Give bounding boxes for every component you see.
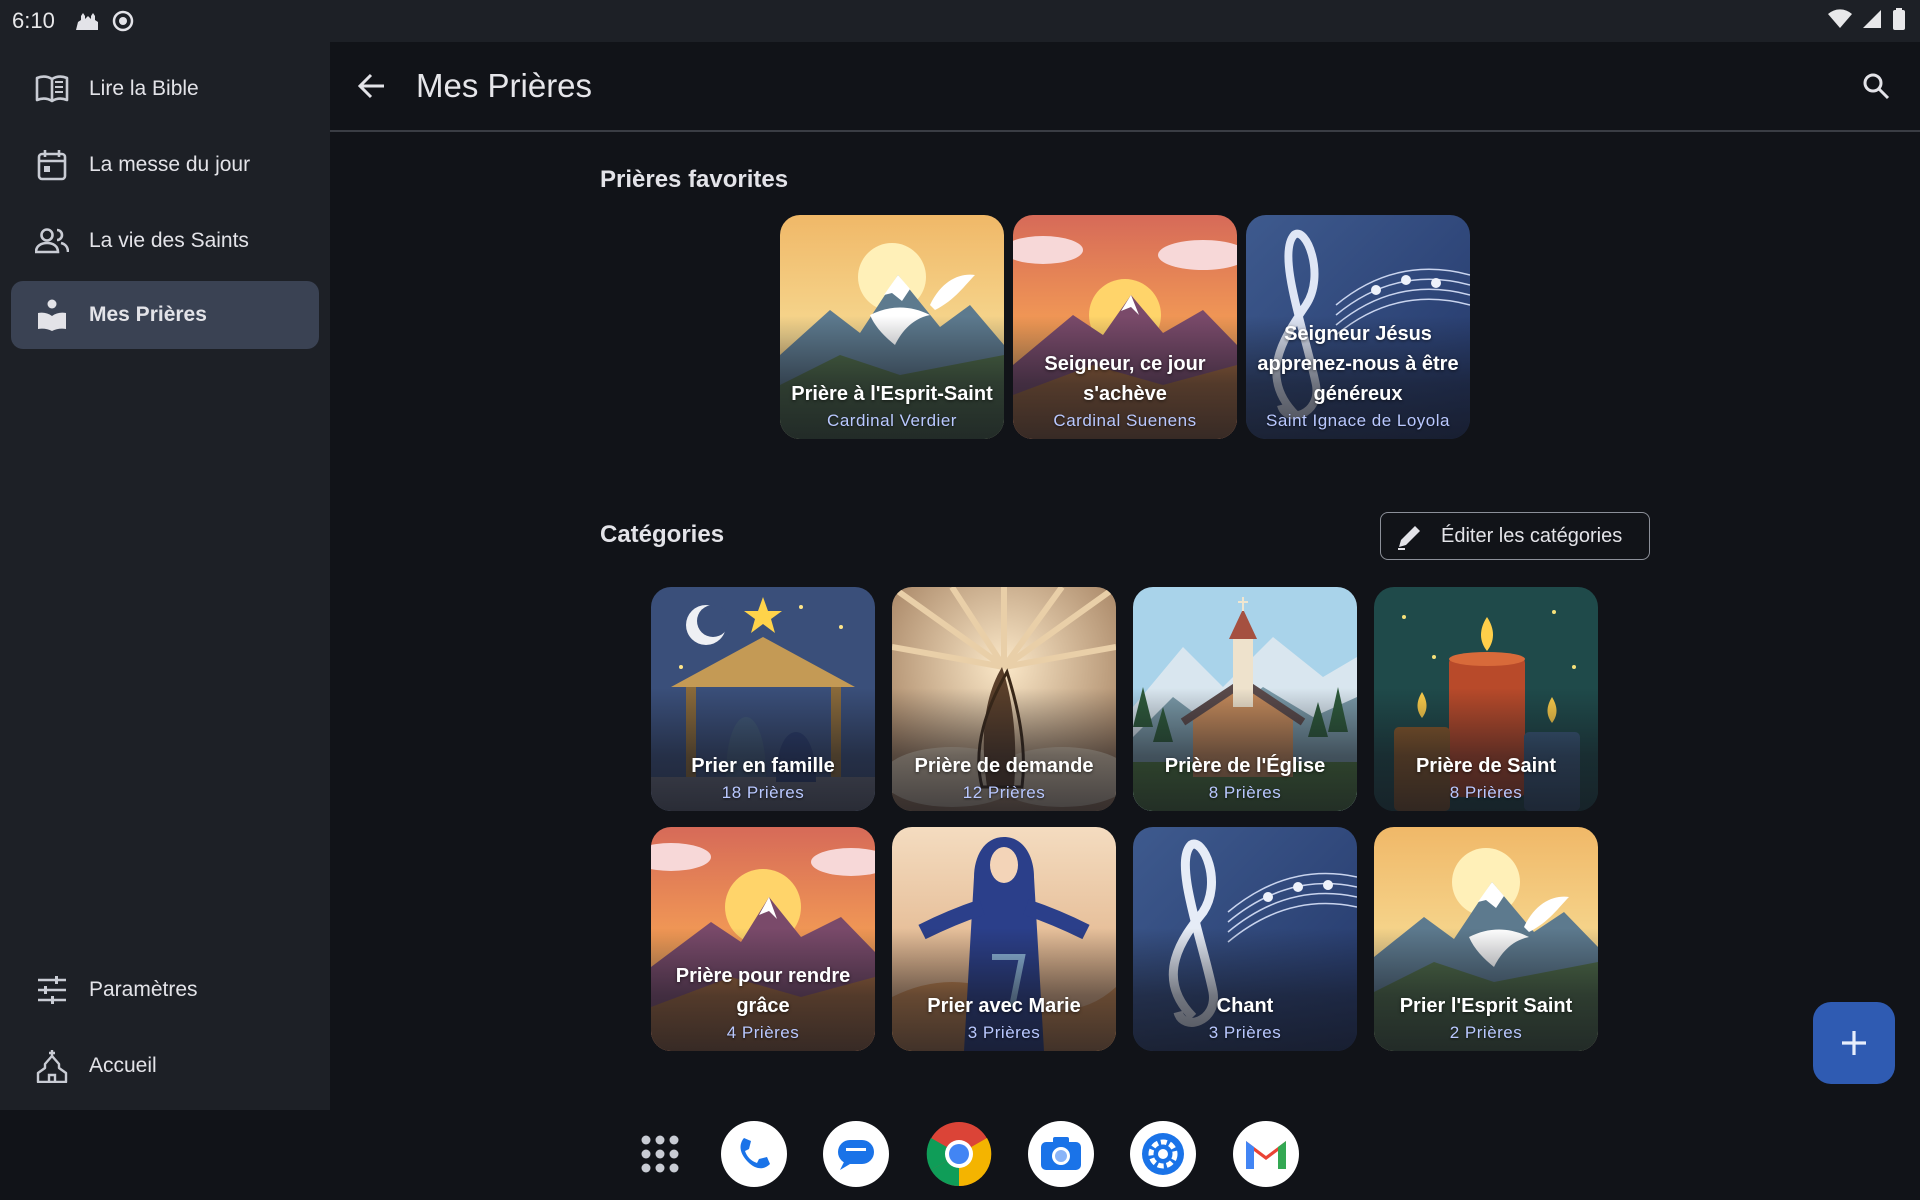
page-title: Mes Prières <box>416 67 593 104</box>
sync-notification-icon <box>109 7 137 35</box>
categories-section-title: Catégories <box>600 521 725 548</box>
card-subtitle: 2 Prières <box>1449 1023 1523 1042</box>
edit-categories-button[interactable]: Éditer les catégories <box>1380 512 1650 560</box>
app-drawer-icon[interactable] <box>627 1121 693 1187</box>
favorites-section-title: Prières favorites <box>600 166 789 193</box>
card-title: Prier en famille <box>691 755 835 777</box>
card-title: Prier l'Esprit Saint <box>1399 995 1573 1017</box>
category-card[interactable]: Prière pour rendre grâce 4 Prières <box>651 827 875 1051</box>
nav-item-label: La messe du jour <box>89 153 251 176</box>
card-title: Prier avec Marie <box>927 995 1081 1017</box>
pencil-icon <box>1398 526 1420 550</box>
card-subtitle: 3 Prières <box>967 1023 1041 1042</box>
cell-signal-icon <box>1862 9 1882 34</box>
church-icon <box>35 1049 69 1083</box>
card-title: Prière de l'Église <box>1164 755 1326 777</box>
card-subtitle: 18 Prières <box>721 783 805 802</box>
prayer-book-icon <box>35 298 69 332</box>
card-title: Prière à l'Esprit-Saint <box>791 383 993 405</box>
card-subtitle: 3 Prières <box>1208 1023 1282 1042</box>
card-title: Seigneur, ce jour s'achève <box>1044 353 1206 405</box>
card-subtitle: 8 Prières <box>1449 783 1523 802</box>
category-card[interactable]: Chant 3 Prières <box>1133 827 1357 1051</box>
status-bar: 6:10 <box>0 0 1920 42</box>
top-app-bar: Mes Prières <box>330 42 1920 132</box>
battery-icon <box>1892 7 1906 35</box>
card-title: Seigneur Jésus apprenez-nous à être géné… <box>1257 323 1459 405</box>
nav-item-messe-du-jour[interactable]: La messe du jour <box>11 131 319 199</box>
card-title: Prière de demande <box>914 755 1094 777</box>
chrome-icon[interactable] <box>926 1121 992 1187</box>
card-title: Chant <box>1216 995 1274 1017</box>
favorite-card[interactable]: Prière à l'Esprit-Saint Cardinal Verdier <box>780 215 1004 439</box>
book-open-icon <box>35 72 69 106</box>
search-icon <box>1863 73 1890 100</box>
wifi-icon <box>1828 8 1852 34</box>
card-subtitle: 12 Prières <box>962 783 1046 802</box>
plus-icon <box>1842 1031 1866 1055</box>
phone-icon[interactable] <box>721 1121 787 1187</box>
favorite-card[interactable]: Seigneur Jésus apprenez-nous à être géné… <box>1246 215 1470 439</box>
search-button[interactable] <box>1852 62 1900 110</box>
nav-item-accueil[interactable]: Accueil <box>11 1032 319 1100</box>
card-subtitle: Cardinal Suenens <box>1053 411 1197 430</box>
card-title: Prière pour rendre grâce <box>675 965 851 1017</box>
edit-categories-label: Éditer les catégories <box>1441 524 1623 547</box>
messages-icon[interactable] <box>823 1121 889 1187</box>
nav-item-label: Paramètres <box>89 978 198 1001</box>
favorite-card[interactable]: Seigneur, ce jour s'achève Cardinal Suen… <box>1013 215 1237 439</box>
nav-item-lire-la-bible[interactable]: Lire la Bible <box>11 55 319 123</box>
calendar-icon <box>35 148 69 182</box>
status-time: 6:10 <box>12 8 55 33</box>
category-card[interactable]: Prière de Saint 8 Prières <box>1374 587 1598 811</box>
card-title: Prière de Saint <box>1415 755 1557 777</box>
nav-item-label: La vie des Saints <box>89 229 249 252</box>
cathedral-notification-icon <box>73 7 101 35</box>
nav-item-label: Accueil <box>89 1054 157 1077</box>
card-subtitle: 8 Prières <box>1208 783 1282 802</box>
nav-item-vie-des-saints[interactable]: La vie des Saints <box>11 207 319 275</box>
category-card[interactable]: Prière de demande 12 Prières <box>892 587 1116 811</box>
card-subtitle: Cardinal Verdier <box>827 411 957 430</box>
card-subtitle: 4 Prières <box>726 1023 800 1042</box>
arrow-back-icon <box>358 73 384 99</box>
gmail-icon[interactable] <box>1233 1121 1299 1187</box>
sliders-icon <box>35 973 69 1007</box>
camera-icon[interactable] <box>1028 1121 1094 1187</box>
nav-item-parametres[interactable]: Paramètres <box>11 956 319 1024</box>
back-button[interactable] <box>348 62 396 110</box>
navigation-drawer: Lire la Bible La messe du jour La vie de… <box>0 42 330 1110</box>
people-icon <box>35 224 69 258</box>
category-card[interactable]: Prière de l'Église 8 Prières <box>1133 587 1357 811</box>
category-card[interactable]: Prier avec Marie 3 Prières <box>892 827 1116 1051</box>
card-subtitle: Saint Ignace de Loyola <box>1266 411 1450 430</box>
category-card[interactable]: Prier l'Esprit Saint 2 Prières <box>1374 827 1598 1051</box>
nav-item-label: Mes Prières <box>89 303 207 326</box>
settings-icon[interactable] <box>1130 1121 1196 1187</box>
nav-item-label: Lire la Bible <box>89 77 199 100</box>
category-card[interactable]: Prier en famille 18 Prières <box>651 587 875 811</box>
add-prayer-fab[interactable] <box>1813 1002 1895 1084</box>
nav-item-mes-prieres[interactable]: Mes Prières <box>11 281 319 349</box>
